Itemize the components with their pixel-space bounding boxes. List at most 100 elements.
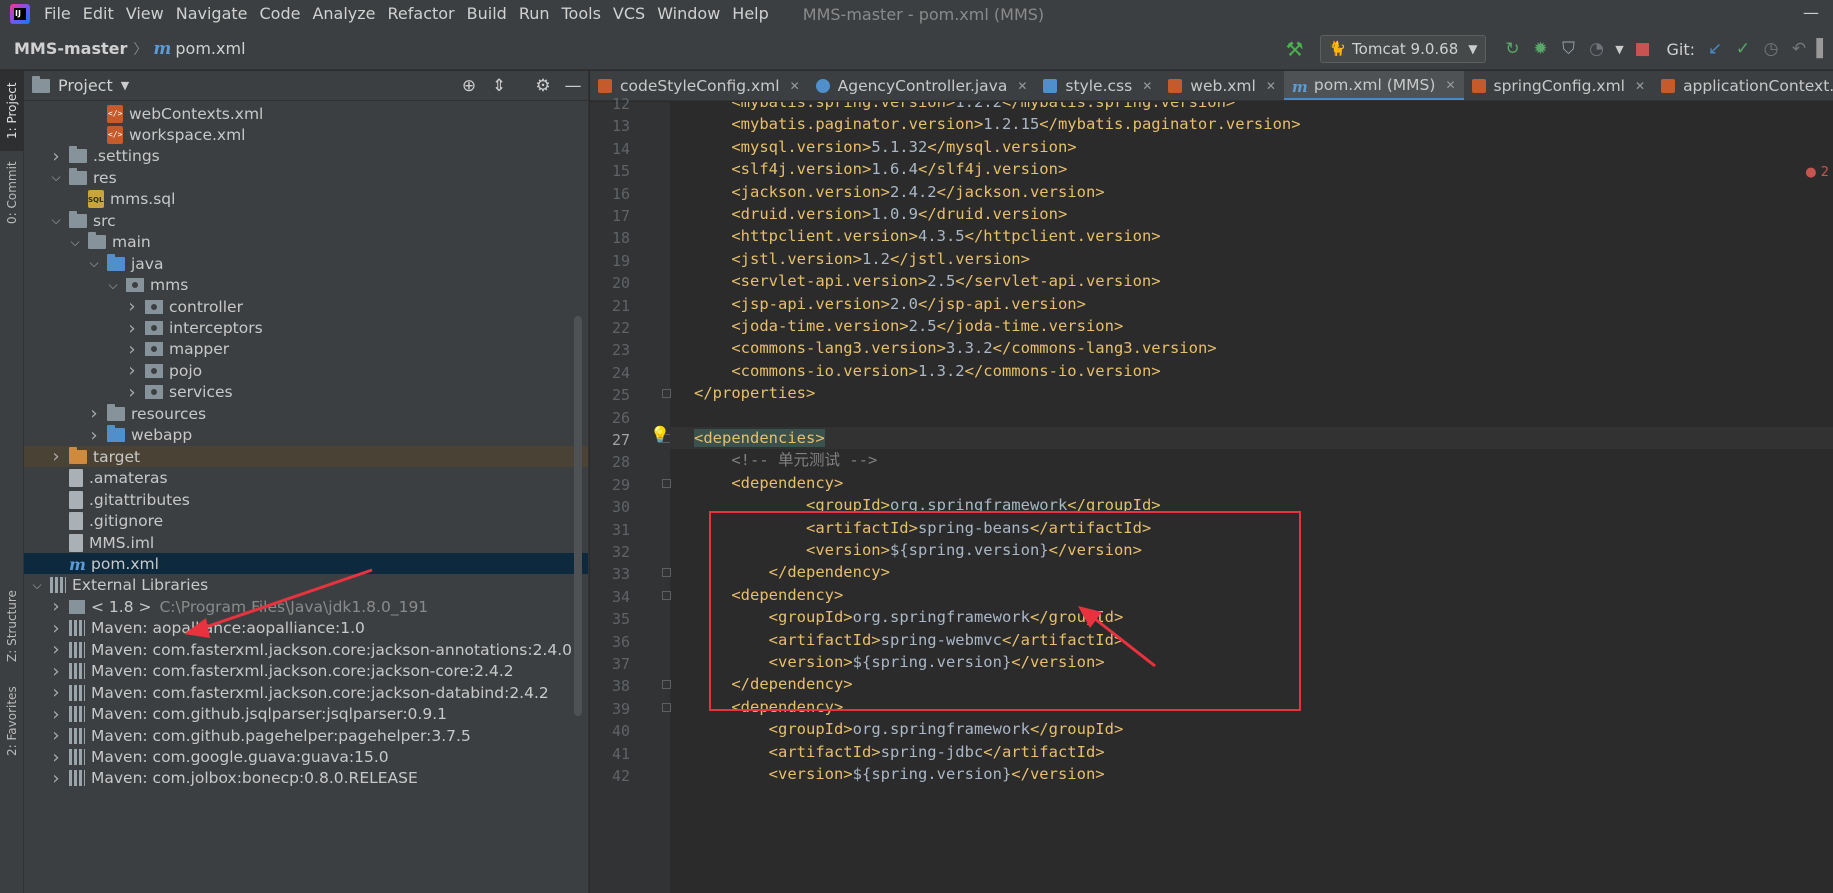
hide-panel-icon[interactable]: —	[558, 76, 588, 96]
close-tab-icon[interactable]: ✕	[1266, 79, 1276, 93]
editor-tab[interactable]: style.css ✕	[1035, 71, 1160, 100]
tree-item[interactable]: ⌵ main	[24, 232, 588, 253]
chevron-right-icon[interactable]: ›	[125, 318, 139, 339]
editor-tab[interactable]: applicationContext.xml✕	[1653, 71, 1833, 100]
menu-analyze[interactable]: Analyze	[306, 0, 381, 28]
more-run-options-icon[interactable]: ▼	[1610, 43, 1628, 56]
tree-item[interactable]: ›.amateras	[24, 468, 588, 489]
breadcrumb-project[interactable]: MMS-master	[14, 39, 127, 58]
chevron-right-icon[interactable]: ›	[125, 382, 139, 403]
locate-target-icon[interactable]: ⊕	[454, 76, 484, 96]
chevron-right-icon[interactable]: ›	[49, 725, 63, 746]
tree-item[interactable]: ⌵ src	[24, 210, 588, 231]
menu-window[interactable]: Window	[651, 0, 726, 28]
chevron-right-icon[interactable]: ›	[49, 146, 63, 167]
chevron-right-icon[interactable]: ›	[49, 682, 63, 703]
tree-item[interactable]: ›webContexts.xml	[24, 103, 588, 124]
menu-navigate[interactable]: Navigate	[170, 0, 254, 28]
project-tool-button[interactable]: 1: Project	[0, 71, 24, 151]
tree-item[interactable]: › Maven: aopalliance:aopalliance:1.0	[24, 618, 588, 639]
menu-help[interactable]: Help	[726, 0, 774, 28]
chevron-right-icon[interactable]: ›	[87, 425, 101, 446]
profiler-icon[interactable]: ◔	[1582, 39, 1610, 59]
debug-bug-icon[interactable]: ✹	[1526, 39, 1554, 59]
chevron-right-icon[interactable]: ›	[49, 768, 63, 789]
chevron-right-icon[interactable]: ›	[125, 339, 139, 360]
chevron-right-icon[interactable]: ›	[49, 661, 63, 682]
tree-item[interactable]: ›mpom.xml	[24, 553, 588, 575]
code-area[interactable]: <mybatis.spring.version>1.2.2</mybatis.s…	[670, 102, 1833, 893]
menu-vcs[interactable]: VCS	[607, 0, 651, 28]
close-tab-icon[interactable]: ✕	[1635, 79, 1645, 93]
chevron-right-icon[interactable]: ›	[49, 618, 63, 639]
gear-icon[interactable]: ⚙	[528, 76, 558, 96]
chevron-down-icon[interactable]: ⌵	[49, 170, 63, 185]
git-rollback-icon[interactable]: ↶	[1785, 39, 1813, 59]
collapse-all-icon[interactable]: ⇕	[484, 76, 514, 96]
stop-icon[interactable]: ■	[1628, 39, 1656, 59]
menu-build[interactable]: Build	[461, 0, 513, 28]
chevron-right-icon[interactable]: ›	[49, 639, 63, 660]
menu-refactor[interactable]: Refactor	[382, 0, 461, 28]
tree-item[interactable]: › Maven: com.fasterxml.jackson.core:jacks…	[24, 661, 588, 682]
tree-item[interactable]: ›.gitignore	[24, 511, 588, 532]
commit-tool-button[interactable]: 0: Commit	[0, 153, 24, 233]
breadcrumb-file[interactable]: pom.xml	[175, 39, 245, 58]
close-tab-icon[interactable]: ✕	[1142, 79, 1152, 93]
tree-item[interactable]: › Maven: com.google.guava:guava:15.0	[24, 747, 588, 768]
tree-item[interactable]: ›MMS.iml	[24, 532, 588, 553]
git-update-icon[interactable]: ↙	[1701, 39, 1729, 59]
rerun-icon[interactable]: ↻	[1498, 39, 1526, 59]
editor-tab[interactable]: m pom.xml (MMS) ✕	[1283, 71, 1464, 100]
tree-item[interactable]: ›mms.sql	[24, 189, 588, 210]
tree-item[interactable]: › pojo	[24, 360, 588, 381]
tree-item[interactable]: ⌵ res	[24, 167, 588, 188]
menu-view[interactable]: View	[120, 0, 170, 28]
tree-item[interactable]: › Maven: com.fasterxml.jackson.core:jacks…	[24, 639, 588, 660]
chevron-down-icon[interactable]: ⌵	[68, 235, 82, 250]
chevron-right-icon[interactable]: ›	[49, 596, 63, 617]
chevron-right-icon[interactable]: ›	[125, 360, 139, 381]
menu-run[interactable]: Run	[513, 0, 556, 28]
project-panel-title[interactable]: Project	[58, 76, 113, 95]
structure-tool-button[interactable]: Z: Structure	[0, 581, 24, 671]
minimize-icon[interactable]: —	[1789, 0, 1833, 28]
tree-item[interactable]: ⌵ java	[24, 253, 588, 274]
chevron-right-icon[interactable]: ›	[49, 747, 63, 768]
tree-item[interactable]: › Maven: com.github.pagehelper:pagehelper…	[24, 725, 588, 746]
tree-item[interactable]: › target	[24, 446, 588, 468]
tree-item[interactable]: › Maven: com.fasterxml.jackson.core:jacks…	[24, 682, 588, 703]
chevron-right-icon[interactable]: ›	[49, 704, 63, 725]
intention-bulb-icon[interactable]: 💡	[650, 425, 670, 444]
project-tree-scrollbar[interactable]	[574, 316, 582, 716]
tree-item[interactable]: ›.gitattributes	[24, 489, 588, 510]
editor-tab[interactable]: web.xml ✕	[1160, 71, 1284, 100]
editor-tab[interactable]: springConfig.xml ✕	[1464, 71, 1654, 100]
tree-item[interactable]: › < 1.8 > C:\Program Files\Java\jdk1.8.0_1…	[24, 596, 588, 617]
favorites-tool-button[interactable]: 2: Favorites	[0, 681, 24, 761]
git-history-clock-icon[interactable]: ◷	[1757, 39, 1785, 59]
editor-tab[interactable]: AgencyController.java ✕	[808, 71, 1036, 100]
tree-item[interactable]: › webapp	[24, 425, 588, 446]
menu-edit[interactable]: Edit	[77, 0, 120, 28]
chevron-down-icon[interactable]: ⌵	[49, 213, 63, 228]
close-tab-icon[interactable]: ✕	[1017, 79, 1027, 93]
chevron-down-icon[interactable]: ⌵	[30, 578, 44, 593]
menu-tools[interactable]: Tools	[556, 0, 607, 28]
chevron-down-icon[interactable]: ⌵	[106, 278, 120, 293]
tree-item[interactable]: › .settings	[24, 146, 588, 167]
chevron-right-icon[interactable]: ›	[125, 296, 139, 317]
tree-item[interactable]: › mapper	[24, 339, 588, 360]
tree-item[interactable]: ⌵ External Libraries	[24, 575, 588, 596]
tree-item[interactable]: ⌵ mms	[24, 275, 588, 296]
menu-code[interactable]: Code	[254, 0, 307, 28]
menu-file[interactable]: File	[38, 0, 77, 28]
chevron-right-icon[interactable]: ›	[87, 403, 101, 424]
tree-item[interactable]: › services	[24, 382, 588, 403]
chevron-down-icon[interactable]: ▼	[121, 79, 129, 92]
close-tab-icon[interactable]: ✕	[790, 79, 800, 93]
overflow-icon[interactable]: ▌	[1813, 39, 1833, 59]
coverage-shield-icon[interactable]: ⛉	[1554, 39, 1582, 59]
tree-item[interactable]: ›workspace.xml	[24, 124, 588, 145]
tree-item[interactable]: › controller	[24, 296, 588, 317]
